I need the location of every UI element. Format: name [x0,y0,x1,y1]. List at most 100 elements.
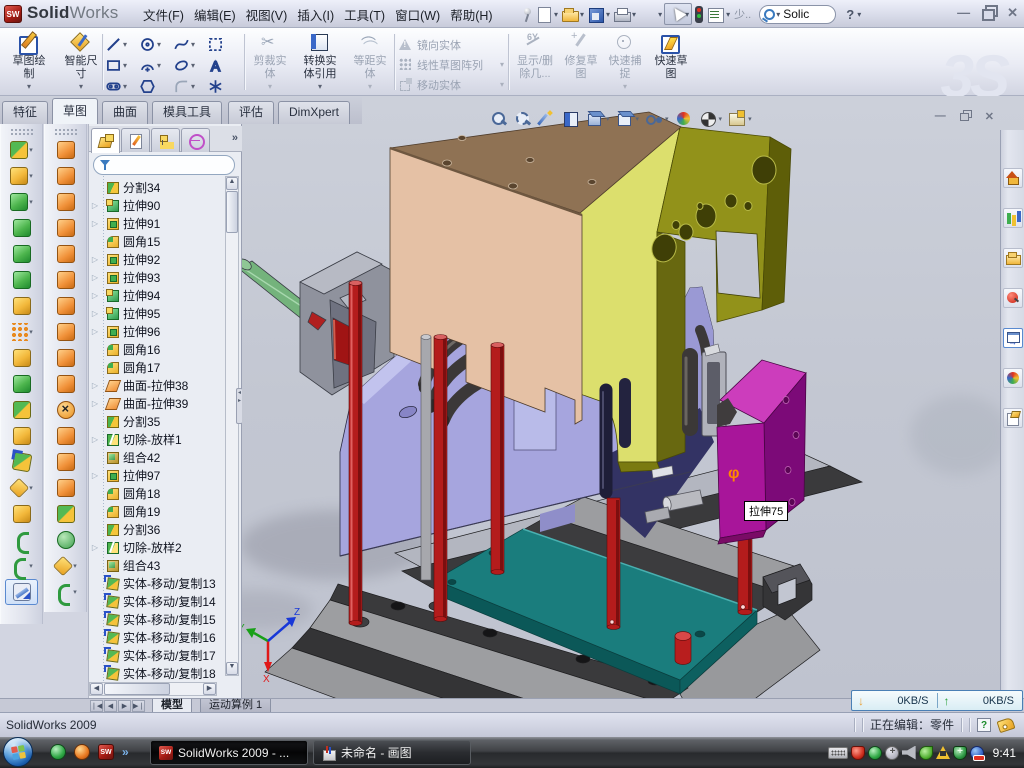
view-orientation-icon[interactable] [586,110,604,128]
tree-item[interactable]: 实体-移动/复制15 [89,610,223,628]
toolbar-grip[interactable] [53,127,78,135]
taskpane-resources-button[interactable] [1003,208,1023,228]
graphics-area[interactable]: φ X Y Z ▾▾▾▾▾ — ✕ 拉伸75 [242,96,1024,698]
ellipse-tool[interactable]: ▾ [174,55,207,75]
knit-surface-button[interactable] [45,345,86,371]
dropdown-arrow-icon[interactable]: ▾ [29,562,33,570]
dropdown-arrow-icon[interactable]: ▾ [191,61,195,70]
dropdown-arrow-icon[interactable]: ▾ [123,40,127,49]
revolved-surface-button[interactable] [45,163,86,189]
rapid-sketch-button[interactable]: 快速草图 [648,31,694,93]
quicklaunch-chevron-icon[interactable]: » [122,745,129,759]
doc-close-button[interactable]: ✕ [985,110,994,123]
boundary-surface-button[interactable] [45,241,86,267]
convert-entities-button[interactable]: 转换实体引用▾ [294,31,346,93]
polygon-tool[interactable] [140,76,173,96]
taskpane-home-button[interactable] [1003,168,1023,188]
measure-button[interactable] [5,579,38,605]
hide-show-items-icon[interactable] [645,110,663,128]
dropdown-arrow-icon[interactable]: ▾ [157,61,161,70]
select-tool[interactable]: ▾ [664,3,692,25]
tree-item[interactable]: ▷拉伸94 [89,286,223,304]
tree-item[interactable]: ▷拉伸96 [89,322,223,340]
scroll-right-icon[interactable]: ▶ [203,683,216,695]
appearances-icon[interactable] [675,110,693,128]
tree-item[interactable]: 分割35 [89,412,223,430]
tab-nav-last-icon[interactable]: ▶❘ [132,700,145,712]
tree-item[interactable]: 实体-移动/复制13 [89,574,223,592]
dropdown-arrow-icon[interactable]: ▾ [726,10,730,19]
taskpane-file-explorer-button[interactable] [1003,288,1023,308]
lofted-boss-button[interactable] [1,241,42,267]
tree-item[interactable]: 组合42 [89,448,223,466]
manager-tab-propertymanager[interactable] [121,128,150,152]
tab-nav-first-icon[interactable]: ❘◀ [90,700,103,712]
quick-snaps-button[interactable]: 快速捕捉▾ [604,31,646,93]
save-icon[interactable] [586,5,605,24]
sketch-fillet-tool[interactable]: ▾ [174,76,207,96]
repair-sketch-button[interactable]: 修复草图 [560,31,602,93]
trim-entities-button[interactable]: 剪裁实体▾ [248,31,292,93]
dropdown-arrow-icon[interactable]: ▾ [719,115,723,123]
tree-item[interactable]: ▷拉伸95 [89,304,223,322]
taskbar-button[interactable]: SWSolidWorks 2009 - ... [150,740,308,765]
tree-item[interactable]: 圆角18 [89,484,223,502]
mirror-entities-button[interactable]: 镜向实体 [398,35,504,54]
tray-shield-green-icon[interactable] [868,746,882,760]
mid-surface-button[interactable] [45,527,86,553]
taskpane-design-library-button[interactable] [1003,248,1023,268]
help-menu[interactable]: ? [846,7,854,22]
delete-face-button[interactable] [45,397,86,423]
intersect-button[interactable] [1,423,42,449]
tree-item[interactable]: ▷拉伸97 [89,466,223,484]
tree-item[interactable]: 实体-移动/复制17 [89,646,223,664]
dropdown-arrow-icon[interactable]: ▾ [748,115,752,123]
swept-surface-button[interactable] [45,189,86,215]
dropdown-arrow-icon[interactable]: ▾ [500,60,504,69]
draft-button[interactable] [1,371,42,397]
menu-file[interactable]: 文件(F) [138,1,189,28]
tree-item[interactable]: ▷切除-放样1 [89,430,223,448]
apply-scene-icon[interactable] [699,110,717,128]
undo-icon[interactable] [638,5,657,24]
taskpane-view-palette-button[interactable] [1003,328,1023,348]
dropdown-arrow-icon[interactable]: ▾ [73,588,77,596]
menu-view[interactable]: 视图(V) [241,1,293,28]
dropdown-arrow-icon[interactable]: ▾ [268,82,272,91]
dropdown-arrow-icon[interactable]: ▾ [79,82,83,91]
tray-keyboard-icon[interactable] [828,747,848,759]
tab-surfaces[interactable]: 曲面 [102,101,148,124]
dropdown-arrow-icon[interactable]: ▾ [632,10,636,19]
scroll-down-icon[interactable]: ▼ [226,662,238,675]
dropdown-arrow-icon[interactable]: ▾ [606,115,610,123]
extend-surface-button[interactable] [45,449,86,475]
dropdown-arrow-icon[interactable]: ▾ [368,82,372,91]
tree-item[interactable]: 实体-移动/复制18 [89,664,223,682]
dropdown-arrow-icon[interactable]: ▾ [29,146,33,154]
arc-tool[interactable]: ▾ [140,55,173,75]
tree-item[interactable]: 分割36 [89,520,223,538]
manager-tab-configurationmanager[interactable] [151,128,180,152]
tree-item[interactable]: ▷拉伸92 [89,250,223,268]
dropdown-arrow-icon[interactable]: ▾ [554,10,558,19]
quick-tips-icon[interactable]: ? [977,718,991,732]
extruded-boss-button[interactable]: ▾ [1,137,42,163]
rectangle-tool[interactable]: ▾ [106,55,139,75]
tab-features[interactable]: 特征 [2,101,48,124]
search-dropdown-icon[interactable]: ▾ [776,10,780,19]
dropdown-arrow-icon[interactable]: ▾ [73,562,77,570]
ruled-surface-button[interactable] [45,215,86,241]
dropdown-arrow-icon[interactable]: ▾ [29,328,33,336]
dropdown-arrow-icon[interactable]: ▾ [636,115,640,123]
zoom-fit-icon[interactable] [490,110,508,128]
circle-tool[interactable]: ▾ [140,34,173,54]
tree-item[interactable]: 实体-移动/复制14 [89,592,223,610]
annotations-icon[interactable] [728,110,746,128]
fillet-surface-button[interactable] [45,501,86,527]
model-view[interactable]: φ X Y Z [242,96,1024,698]
scroll-up-icon[interactable]: ▲ [226,177,238,190]
tree-item[interactable]: ▷切除-放样2 [89,538,223,556]
offset-entities-button[interactable]: 等距实体▾ [348,31,392,93]
shell-button[interactable] [1,397,42,423]
start-button[interactable] [3,737,33,767]
